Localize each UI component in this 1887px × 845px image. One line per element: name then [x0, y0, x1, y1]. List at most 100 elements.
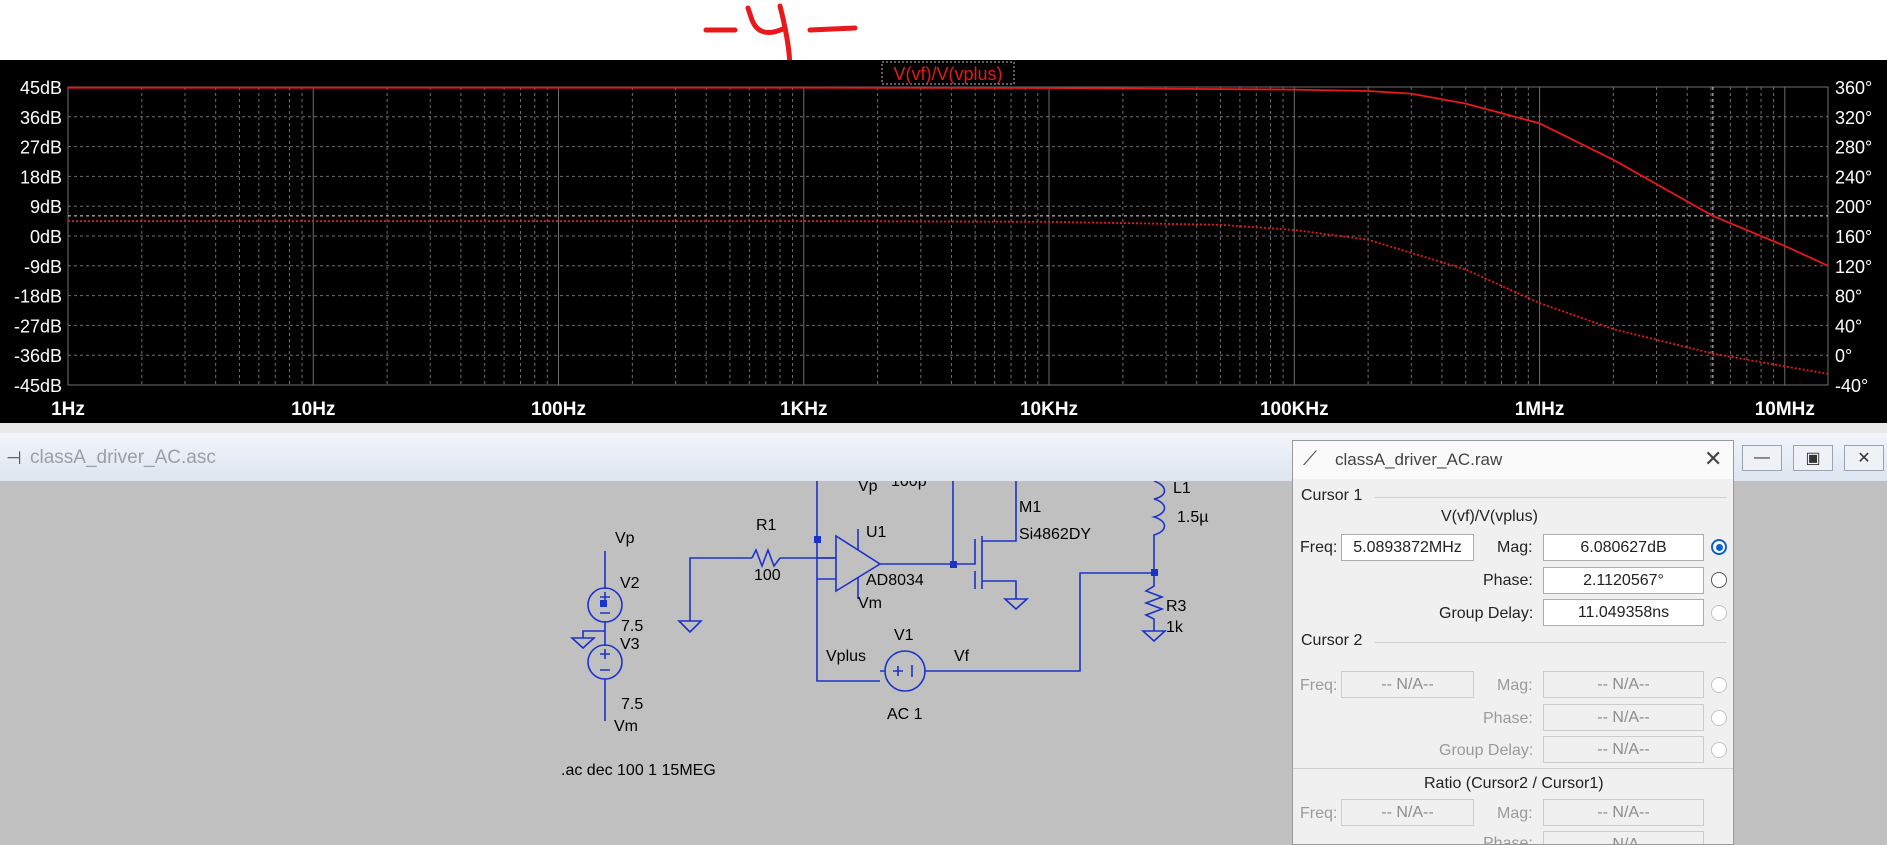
y-right-tick-label: 120° — [1835, 257, 1872, 277]
cursor2-phase-field[interactable]: -- N/A-- — [1543, 704, 1704, 731]
cursor2-mag-radio[interactable] — [1711, 677, 1727, 693]
x-tick-label: 100KHz — [1260, 399, 1329, 420]
cursor-window[interactable]: ⟋ classA_driver_AC.raw ✕ Cursor 1 V(vf)/… — [1292, 440, 1734, 845]
cursor2-gd-radio[interactable] — [1711, 742, 1727, 758]
y-left-tick-label: 36dB — [20, 108, 62, 128]
r1-resistor[interactable] — [751, 547, 781, 569]
y-left-tick-label: -36dB — [14, 346, 62, 366]
raw-file-icon: ⟋ — [1303, 448, 1317, 470]
y-left-tick-label: 45dB — [20, 78, 62, 98]
cursor1-mag-field[interactable]: 6.080627dB — [1543, 534, 1704, 561]
r1-value: 100 — [754, 567, 781, 584]
u1-vm-label: Vm — [858, 595, 882, 612]
y-left-tick-label: 0dB — [30, 227, 62, 247]
m1-mosfet[interactable] — [953, 481, 1017, 599]
ratio-heading: Ratio (Cursor2 / Cursor1) — [1424, 775, 1604, 792]
ground-3 — [1002, 598, 1030, 611]
cursor1-freq-label: Freq: — [1300, 539, 1338, 556]
y-right-tick-label: 40° — [1835, 316, 1862, 336]
cursor2-gd-field[interactable]: -- N/A-- — [1543, 736, 1704, 763]
net-label-vp: Vp — [615, 530, 635, 547]
waveform-plot-pane[interactable]: V(vf)/V(vplus) 45dB 36dB 27dB 18dB 9dB 0dB -9d… — [0, 60, 1887, 423]
bode-plot[interactable]: V(vf)/V(vplus) 45dB 36dB 27dB 18dB 9dB 0dB -9d… — [0, 60, 1887, 423]
r3-value: 1k — [1166, 619, 1184, 636]
y-right-tick-label: -40° — [1835, 376, 1868, 396]
cursor1-gd-label: Group Delay: — [1439, 605, 1534, 622]
x-tick-label: 1Hz — [51, 399, 85, 420]
l1-value: 1.5µ — [1177, 509, 1208, 526]
x-tick-label: 10Hz — [291, 399, 335, 420]
plot-traces — [68, 86, 1829, 375]
y-right-tick-label: 360° — [1835, 78, 1872, 98]
plot-grid — [67, 86, 1829, 386]
close-button[interactable]: ✕ — [1844, 445, 1884, 471]
x-tick-label: 10MHz — [1755, 399, 1815, 420]
y-left-tick-label: -18dB — [14, 287, 62, 307]
v1-source[interactable] — [884, 650, 926, 692]
cursor2-mag-field[interactable]: -- N/A-- — [1543, 671, 1704, 698]
cursor1-heading: Cursor 1 — [1301, 487, 1363, 504]
cursor-window-title: classA_driver_AC.raw — [1335, 450, 1503, 469]
schematic-icon: ⊣ — [6, 448, 22, 468]
v1-name: V1 — [894, 627, 914, 644]
handwritten-annotation — [703, 3, 858, 73]
y-right-tick-label: 80° — [1835, 287, 1862, 307]
x-tick-label: 100Hz — [531, 399, 586, 420]
trace-label[interactable]: V(vf)/V(vplus) — [893, 64, 1002, 84]
cursor1-phase-radio[interactable] — [1711, 572, 1727, 588]
cursor1-gd-field[interactable]: 11.049358ns — [1543, 599, 1704, 626]
cursor2-freq-label: Freq: — [1300, 677, 1338, 694]
x-tick-label: 10KHz — [1020, 399, 1078, 420]
net-label-vf: Vf — [954, 648, 970, 665]
maximize-icon: ▣ — [1805, 450, 1821, 467]
y-left-tick-label: -9dB — [24, 257, 62, 277]
minimize-icon: — — [1754, 449, 1770, 466]
close-icon: ✕ — [1857, 450, 1871, 467]
cursor1-phase-field[interactable]: 2.1120567° — [1543, 567, 1704, 594]
cursor1-mag-radio[interactable] — [1711, 539, 1727, 555]
cursor2-phase-radio[interactable] — [1711, 710, 1727, 726]
ratio-freq-label: Freq: — [1300, 805, 1338, 822]
y-left-tick-label: 9dB — [30, 197, 62, 217]
handwritten-annotation-area — [0, 0, 1887, 73]
axis-ticks: 45dB 36dB 27dB 18dB 9dB 0dB -9dB -18dB -27dB -36d… — [14, 78, 1872, 420]
m1-name: M1 — [1019, 499, 1041, 516]
ac-value: AC 1 — [887, 706, 923, 723]
ratio-mag-field[interactable]: -- N/A-- — [1543, 799, 1704, 826]
close-icon[interactable]: ✕ — [1704, 446, 1722, 472]
cursor2-mag-label: Mag: — [1497, 677, 1533, 694]
minimize-button[interactable]: — — [1742, 445, 1782, 471]
ground-2 — [677, 620, 703, 634]
l1-inductor[interactable] — [928, 481, 1166, 672]
v3-name: V3 — [620, 636, 640, 653]
u1-part: AD8034 — [866, 572, 924, 589]
r3-name: R3 — [1166, 598, 1187, 615]
r3-resistor[interactable] — [1143, 573, 1165, 631]
cursor1-gd-radio[interactable] — [1711, 605, 1727, 621]
ground-4 — [1140, 630, 1168, 643]
y-right-tick-label: 240° — [1835, 167, 1872, 187]
cursor2-freq-field[interactable]: -- N/A-- — [1341, 671, 1474, 698]
u1-vp-label: Vp — [858, 481, 878, 495]
u1-name: U1 — [866, 524, 887, 541]
pane-separator[interactable] — [0, 423, 1887, 433]
spice-directive: .ac dec 100 1 15MEG — [561, 762, 716, 779]
ratio-freq-field[interactable]: -- N/A-- — [1341, 799, 1474, 826]
y-left-tick-label: -27dB — [14, 316, 62, 336]
y-left-tick-label: -45dB — [14, 376, 62, 396]
v2-value: 7.5 — [621, 618, 643, 635]
y-left-tick-label: 18dB — [20, 167, 62, 187]
ratio-phase-label: Phase: — [1483, 835, 1533, 845]
ratio-phase-field[interactable]: -- N/A-- — [1543, 831, 1704, 844]
y-left-tick-label: 27dB — [20, 138, 62, 158]
y-right-tick-label: 160° — [1835, 227, 1872, 247]
y-right-tick-label: 280° — [1835, 138, 1872, 158]
schematic-title: classA_driver_AC.asc — [30, 447, 216, 468]
l1-name: L1 — [1173, 481, 1191, 497]
maximize-button[interactable]: ▣ — [1793, 445, 1833, 471]
cursor1-freq-field[interactable]: 5.0893872MHz — [1341, 534, 1474, 561]
cursor-window-titlebar[interactable]: ⟋ classA_driver_AC.raw ✕ — [1293, 441, 1733, 479]
cursor1-trace: V(vf)/V(vplus) — [1441, 508, 1538, 525]
cursor2-gd-label: Group Delay: — [1439, 742, 1534, 759]
y-right-tick-label: 200° — [1835, 197, 1872, 217]
